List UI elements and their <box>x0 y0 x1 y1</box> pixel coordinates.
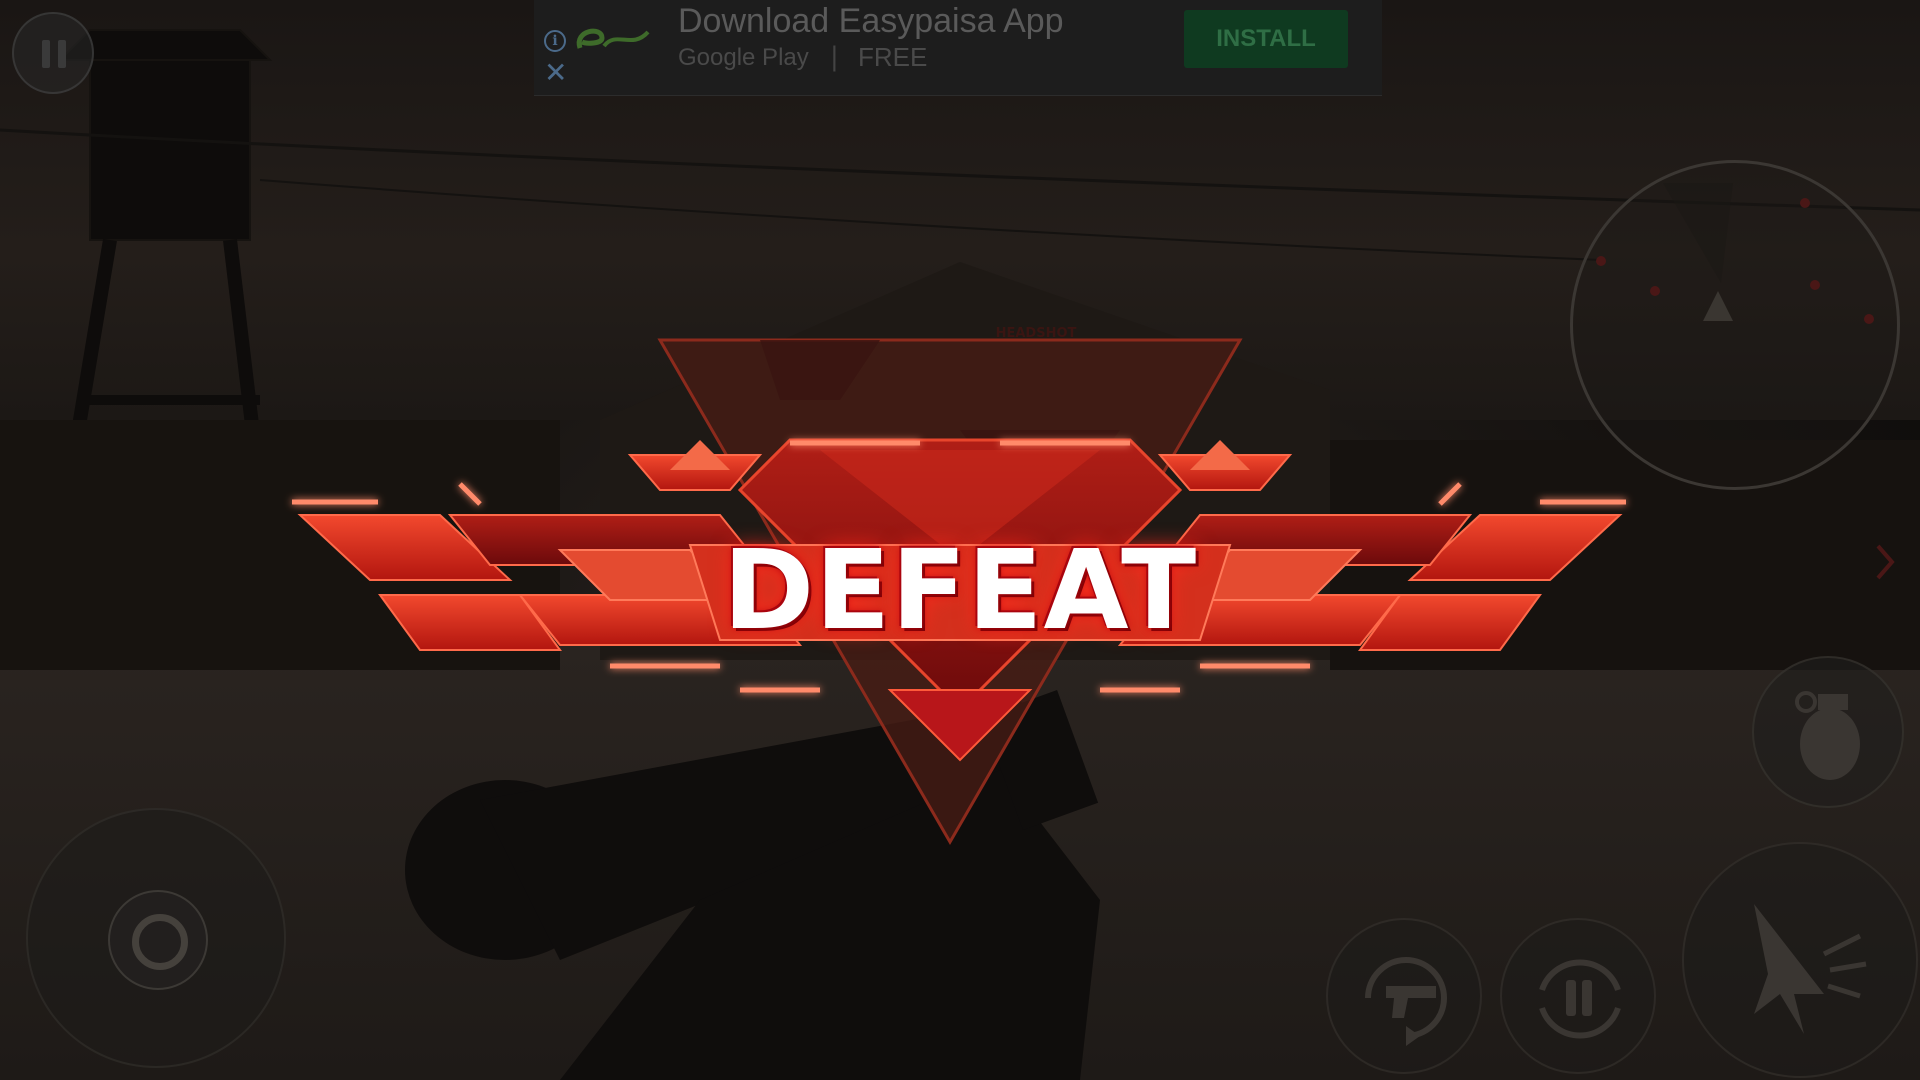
minimap-canvas <box>1596 183 1874 324</box>
minimap-enemy-dot <box>1864 314 1874 324</box>
grenade-icon <box>1795 691 1860 780</box>
reload-pistol-icon <box>1365 957 1447 1046</box>
reload-button[interactable] <box>1326 918 1482 1074</box>
result-title: DEFEAT <box>722 526 1198 654</box>
minimap <box>1570 160 1900 490</box>
minimap-enemy-dot <box>1596 256 1606 266</box>
swap-ammo-icon <box>1539 959 1621 1039</box>
fire-icon <box>1754 904 1867 1034</box>
minimap-enemy-dot <box>1650 286 1660 296</box>
joystick-ring-icon <box>132 914 188 970</box>
fire-button[interactable] <box>1682 842 1918 1078</box>
chevron-right-icon[interactable] <box>1874 542 1896 582</box>
player-marker-icon <box>1703 291 1733 321</box>
minimap-view-cone <box>1663 183 1733 283</box>
grenade-button[interactable] <box>1752 656 1904 808</box>
minimap-enemy-dot <box>1800 198 1810 208</box>
joystick-knob[interactable] <box>108 890 208 990</box>
minimap-enemy-dot <box>1810 280 1820 290</box>
game-screen: HEADSHOT i ✕ Download Easypaisa App Goog… <box>0 0 1920 1080</box>
movement-joystick[interactable] <box>26 808 286 1068</box>
swap-ammo-button[interactable] <box>1500 918 1656 1074</box>
